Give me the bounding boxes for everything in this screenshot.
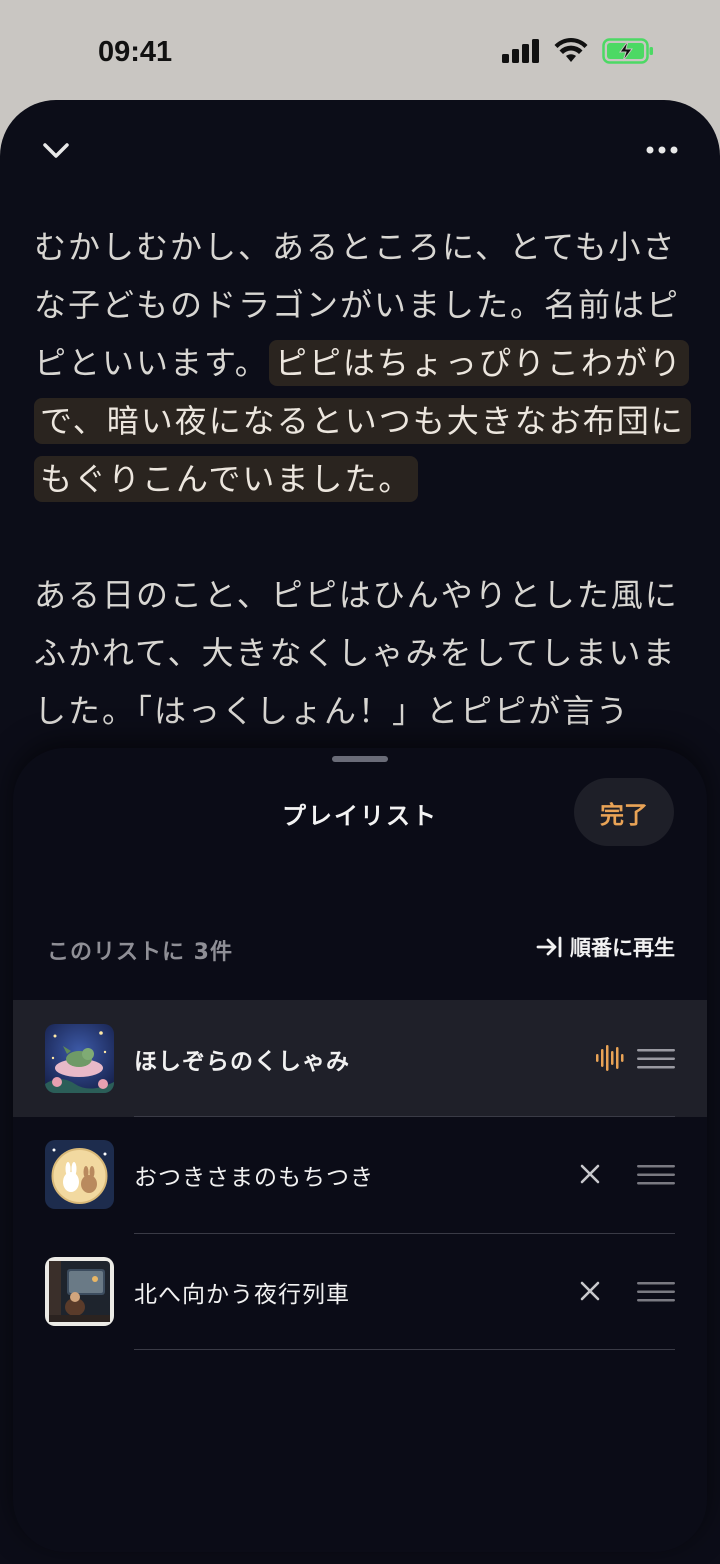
cellular-signal-icon: [502, 39, 539, 63]
moon-rabbits-thumbnail: [45, 1140, 114, 1209]
status-time: 09:41: [98, 36, 173, 68]
track-title: ほしぞらのくしゃみ: [134, 1048, 350, 1075]
collapse-button[interactable]: [38, 132, 74, 168]
now-playing-waveform-icon: [596, 1045, 624, 1071]
track-title: おつきさまのもちつき: [134, 1164, 374, 1191]
drag-handle-icon[interactable]: [637, 1048, 675, 1070]
done-button[interactable]: 完了: [574, 778, 674, 846]
row-divider: [134, 1233, 675, 1234]
reader-header: [0, 100, 720, 210]
list-count: このリストに 3件: [47, 940, 233, 965]
play-in-order-label: 順番に再生: [570, 936, 675, 960]
remove-close-icon[interactable]: [576, 1160, 604, 1188]
drag-handle-icon[interactable]: [637, 1164, 675, 1186]
story-paragraph: むかしむかし、あるところに、とても小さな子どものドラゴンがいました。名前はピピと…: [34, 218, 694, 508]
playlist-item[interactable]: ほしぞらのくしゃみ: [13, 1000, 707, 1117]
playlist-item[interactable]: おつきさまのもちつき: [13, 1116, 707, 1233]
arrow-to-line-icon: [536, 936, 562, 958]
more-icon: [646, 146, 678, 154]
playlist-item[interactable]: 北へ向かう夜行列車: [13, 1233, 707, 1350]
chevron-down-icon: [43, 143, 69, 158]
more-options-button[interactable]: [642, 132, 682, 168]
status-bar: 09:41: [0, 0, 720, 100]
battery-charging-icon: [602, 38, 653, 64]
sleeping-dragon-thumbnail: [45, 1024, 114, 1093]
story-reader: むかしむかし、あるところに、とても小さな子どものドラゴンがいました。名前はピピと…: [0, 100, 720, 1564]
wifi-icon: [554, 38, 588, 62]
track-title: 北へ向かう夜行列車: [134, 1281, 350, 1308]
status-icons: [502, 38, 654, 64]
playlist-sheet: プレイリスト 完了 このリストに 3件 順番に再生 ほしぞらのくしゃみ おつきさ…: [13, 748, 707, 1552]
row-divider: [134, 1116, 675, 1117]
drag-handle-icon[interactable]: [637, 1281, 675, 1303]
remove-close-icon[interactable]: [576, 1277, 604, 1305]
sheet-grabber[interactable]: [332, 756, 388, 762]
night-train-thumbnail: [45, 1257, 114, 1326]
row-divider: [134, 1349, 675, 1350]
play-in-order-button[interactable]: 順番に再生: [536, 932, 675, 962]
